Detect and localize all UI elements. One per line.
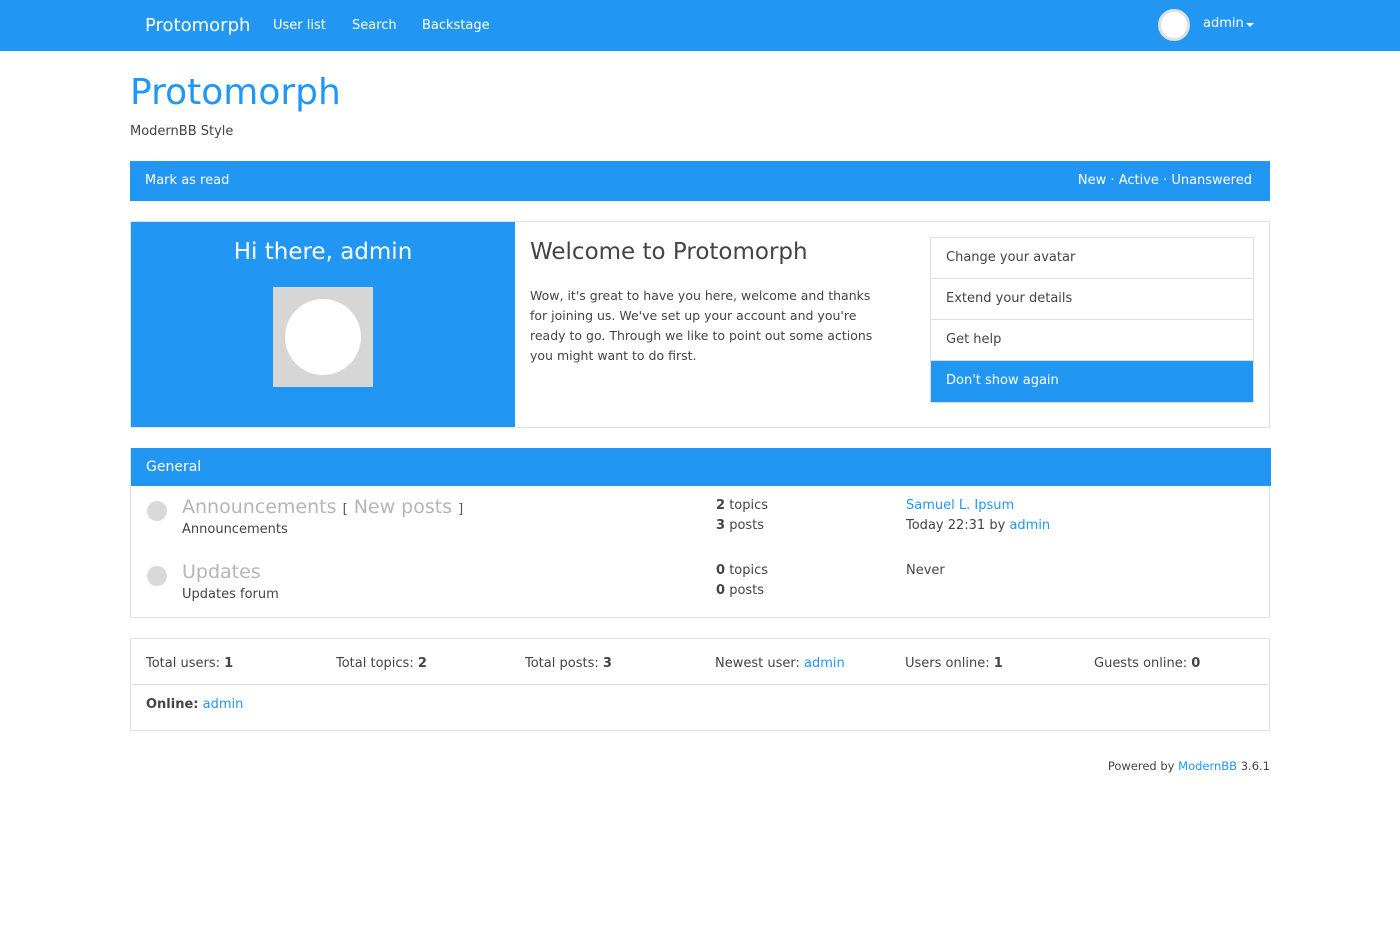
- mark-as-read-link[interactable]: Mark as read: [145, 173, 229, 188]
- forum-link-updates[interactable]: Updates: [182, 561, 261, 583]
- caret-down-icon[interactable]: [1246, 23, 1254, 27]
- new-posts-forum-link[interactable]: New posts: [354, 496, 452, 518]
- total-topics: Total topics: 2: [336, 656, 427, 671]
- topics-count: 2: [716, 498, 726, 513]
- bracket: [: [342, 502, 348, 517]
- topics-label: topics: [729, 563, 769, 578]
- category-title: General: [146, 459, 202, 475]
- powered-by-label: Powered by: [1107, 759, 1175, 773]
- posts-label: posts: [729, 583, 765, 598]
- nav-backstage[interactable]: Backstage: [422, 18, 490, 33]
- quick-links: New · Active · Unanswered: [1078, 173, 1252, 188]
- forum-stats: 0 topics 0 posts: [716, 561, 768, 601]
- site-description: ModernBB Style: [130, 124, 234, 139]
- new-posts-link[interactable]: New: [1078, 173, 1106, 188]
- forum-title-line: Updates: [182, 561, 261, 583]
- last-post-never: Never: [906, 563, 945, 578]
- posts-label: posts: [729, 518, 765, 533]
- nav-search[interactable]: Search: [352, 18, 397, 33]
- version: 3.6.1: [1240, 759, 1270, 773]
- bracket: ]: [458, 502, 464, 517]
- posts-count: 0: [716, 583, 726, 598]
- nav-user-list[interactable]: User list: [273, 18, 326, 33]
- forum-category: General Announcements [ New posts ] Anno…: [130, 448, 1271, 618]
- online-list: Online: admin: [146, 697, 243, 712]
- site-title: Protomorph: [130, 72, 341, 113]
- forum-description: Updates forum: [182, 587, 279, 602]
- welcome-actions: Change your avatar Extend your details G…: [930, 237, 1254, 403]
- last-post: Never: [906, 561, 945, 581]
- board-stats-row: Total users: 1 Total topics: 2 Total pos…: [131, 639, 1269, 685]
- forum-stats: 2 topics 3 posts: [716, 496, 768, 536]
- get-help-action[interactable]: Get help: [931, 320, 1253, 361]
- avatar: [273, 287, 373, 387]
- online-label: Online:: [146, 697, 199, 712]
- last-post-link[interactable]: Samuel L. Ipsum: [906, 498, 1014, 513]
- active-topics-link[interactable]: Active: [1119, 173, 1159, 188]
- last-post-by: by: [989, 518, 1006, 533]
- user-avatar[interactable]: [1158, 9, 1190, 41]
- avatar-placeholder-icon: [285, 299, 361, 375]
- last-post-time: Today 22:31: [906, 518, 986, 533]
- forum-description: Announcements: [182, 522, 288, 537]
- total-posts: Total posts: 3: [525, 656, 612, 671]
- topics-label: topics: [729, 498, 769, 513]
- status-bar: Mark as read New · Active · Unanswered: [130, 161, 1270, 201]
- topics-count: 0: [716, 563, 726, 578]
- user-menu-toggle[interactable]: admin: [1203, 16, 1244, 31]
- total-users: Total users: 1: [146, 656, 234, 671]
- posts-count: 3: [716, 518, 726, 533]
- welcome-user-card: Hi there, admin: [131, 222, 515, 427]
- greeting: Hi there, admin: [233, 239, 413, 265]
- forum-title-line: Announcements [ New posts ]: [182, 496, 463, 518]
- forum-row: Announcements [ New posts ] Announcement…: [131, 496, 1271, 563]
- users-online: Users online: 1: [905, 656, 1003, 671]
- online-user-link[interactable]: admin: [203, 697, 244, 712]
- newest-user-link[interactable]: admin: [804, 656, 845, 671]
- forum-status-icon: [147, 566, 167, 586]
- forum-link-announcements[interactable]: Announcements: [182, 496, 337, 518]
- forum-status-icon: [147, 501, 167, 521]
- newest-user: Newest user: admin: [715, 656, 845, 671]
- last-post-user-link[interactable]: admin: [1009, 518, 1050, 533]
- unanswered-topics-link[interactable]: Unanswered: [1171, 173, 1252, 188]
- guests-online: Guests online: 0: [1094, 656, 1201, 671]
- footer: Powered by ModernBB 3.6.1: [1108, 759, 1270, 773]
- welcome-text: Wow, it's great to have you here, welcom…: [530, 288, 873, 363]
- welcome-title: Welcome to Protomorph: [530, 239, 808, 265]
- separator: ·: [1110, 173, 1119, 188]
- change-avatar-action[interactable]: Change your avatar: [931, 238, 1253, 279]
- modernbb-link[interactable]: ModernBB: [1178, 759, 1237, 773]
- board-stats: Total users: 1 Total topics: 2 Total pos…: [130, 638, 1270, 731]
- extend-details-action[interactable]: Extend your details: [931, 279, 1253, 320]
- last-post: Samuel L. Ipsum Today 22:31 by admin: [906, 496, 1050, 536]
- dont-show-again-action[interactable]: Don't show again: [931, 361, 1253, 402]
- brand-link[interactable]: Protomorph: [145, 15, 250, 36]
- forum-row: Updates Updates forum 0 topics 0 posts N…: [131, 561, 1271, 628]
- welcome-panel: Hi there, admin Welcome to Protomorph Wo…: [130, 221, 1270, 428]
- top-navbar: Protomorph User list Search Backstage ad…: [0, 0, 1400, 51]
- category-header: General: [131, 448, 1271, 486]
